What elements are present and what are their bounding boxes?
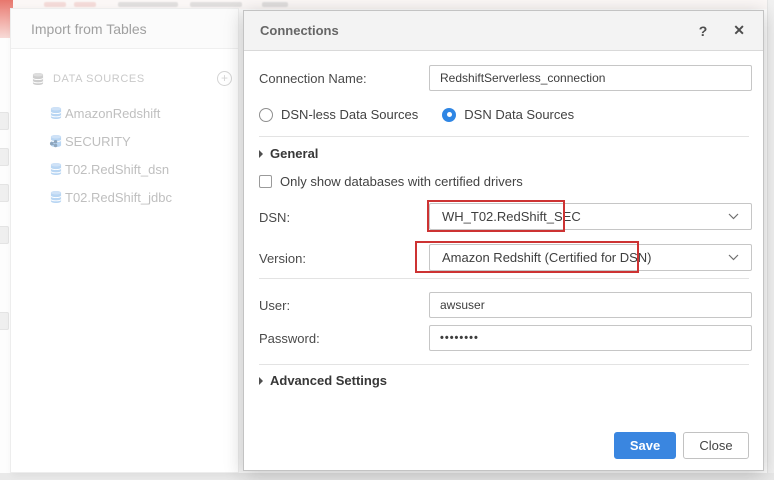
database-icon — [32, 72, 44, 85]
toolbar-remnant — [74, 2, 96, 7]
version-value: Amazon Redshift (Certified for DSN) — [442, 250, 652, 265]
database-icon — [50, 163, 62, 175]
advanced-settings-label: Advanced Settings — [270, 373, 388, 388]
connections-dialog: Connections ? ✕ Connection Name: DSN-les… — [243, 10, 764, 471]
background-sidebar-item — [0, 148, 9, 166]
background-scrollbar — [767, 0, 774, 480]
dialog-titlebar: Connections ? ✕ — [244, 11, 763, 51]
list-item[interactable]: T02.RedShift_dsn — [49, 155, 234, 183]
list-item-label: T02.RedShift_dsn — [65, 161, 170, 177]
certified-drivers-label: Only show databases with certified drive… — [280, 174, 523, 189]
list-item-label: SECURITY — [65, 133, 131, 149]
chevron-down-icon — [728, 213, 739, 220]
toolbar-remnant — [262, 2, 288, 7]
advanced-settings-header[interactable]: Advanced Settings — [259, 373, 387, 388]
add-data-source-icon[interactable]: + — [217, 71, 232, 86]
background-statusbar-strip — [0, 473, 774, 480]
divider — [259, 278, 749, 279]
panel-header: Import from Tables — [11, 9, 238, 49]
dsnless-radio-label: DSN-less Data Sources — [281, 107, 419, 122]
close-button[interactable]: Close — [683, 432, 749, 459]
connection-name-label: Connection Name: — [259, 71, 367, 86]
version-select[interactable]: Amazon Redshift (Certified for DSN) — [429, 244, 752, 271]
import-from-tables-panel: Import from Tables DATA SOURCES + Amazon… — [10, 8, 239, 473]
help-button[interactable]: ? — [699, 23, 708, 39]
dsn-label: DSN: — [259, 210, 291, 225]
data-sources-list: AmazonRedshift SECURITY T02.RedShift_dsn — [49, 99, 234, 211]
dsn-radio-group: DSN-less Data Sources DSN Data Sources — [259, 107, 598, 122]
collapse-triangle-icon — [259, 376, 263, 385]
panel-title: Import from Tables — [31, 20, 147, 37]
save-button[interactable]: Save — [614, 432, 676, 459]
certified-drivers-checkbox[interactable] — [259, 175, 272, 188]
list-item-label: T02.RedShift_jdbc — [65, 189, 172, 205]
divider — [259, 136, 749, 137]
toolbar-remnant — [44, 2, 66, 7]
list-item[interactable]: AmazonRedshift — [49, 99, 234, 127]
user-input[interactable] — [429, 292, 752, 318]
data-sources-label: DATA SOURCES — [53, 72, 145, 85]
list-item[interactable]: T02.RedShift_jdbc — [49, 183, 234, 211]
collapse-triangle-icon — [259, 149, 263, 158]
password-label: Password: — [259, 331, 320, 346]
certified-drivers-row: Only show databases with certified drive… — [259, 174, 523, 189]
list-item[interactable]: SECURITY — [49, 127, 234, 155]
database-icon — [50, 107, 62, 119]
dsn-value: WH_T02.RedShift_SEC — [442, 209, 581, 224]
list-item-label: AmazonRedshift — [65, 105, 161, 121]
dsnless-radio[interactable] — [259, 107, 273, 122]
version-label: Version: — [259, 251, 306, 266]
dialog-title: Connections — [260, 23, 339, 38]
background-sidebar-item — [0, 312, 9, 330]
dsn-select[interactable]: WH_T02.RedShift_SEC — [429, 203, 752, 230]
background-sidebar-item — [0, 112, 9, 130]
connection-name-input[interactable] — [429, 65, 752, 91]
divider — [259, 364, 749, 365]
general-section-label: General — [270, 146, 319, 161]
general-section-header[interactable]: General — [259, 146, 318, 161]
dsn-radio-label: DSN Data Sources — [464, 107, 575, 122]
chevron-down-icon — [728, 254, 739, 261]
password-input[interactable] — [429, 325, 752, 351]
user-label: User: — [259, 298, 291, 313]
database-share-icon — [49, 135, 62, 148]
background-sidebar-item — [0, 184, 9, 202]
close-icon[interactable]: ✕ — [733, 22, 745, 39]
dsn-radio[interactable] — [442, 107, 457, 122]
toolbar-remnant — [190, 2, 242, 7]
database-icon — [50, 191, 62, 203]
toolbar-remnant — [118, 2, 178, 7]
background-sidebar-item — [0, 226, 9, 244]
data-sources-header: DATA SOURCES + — [31, 71, 232, 86]
